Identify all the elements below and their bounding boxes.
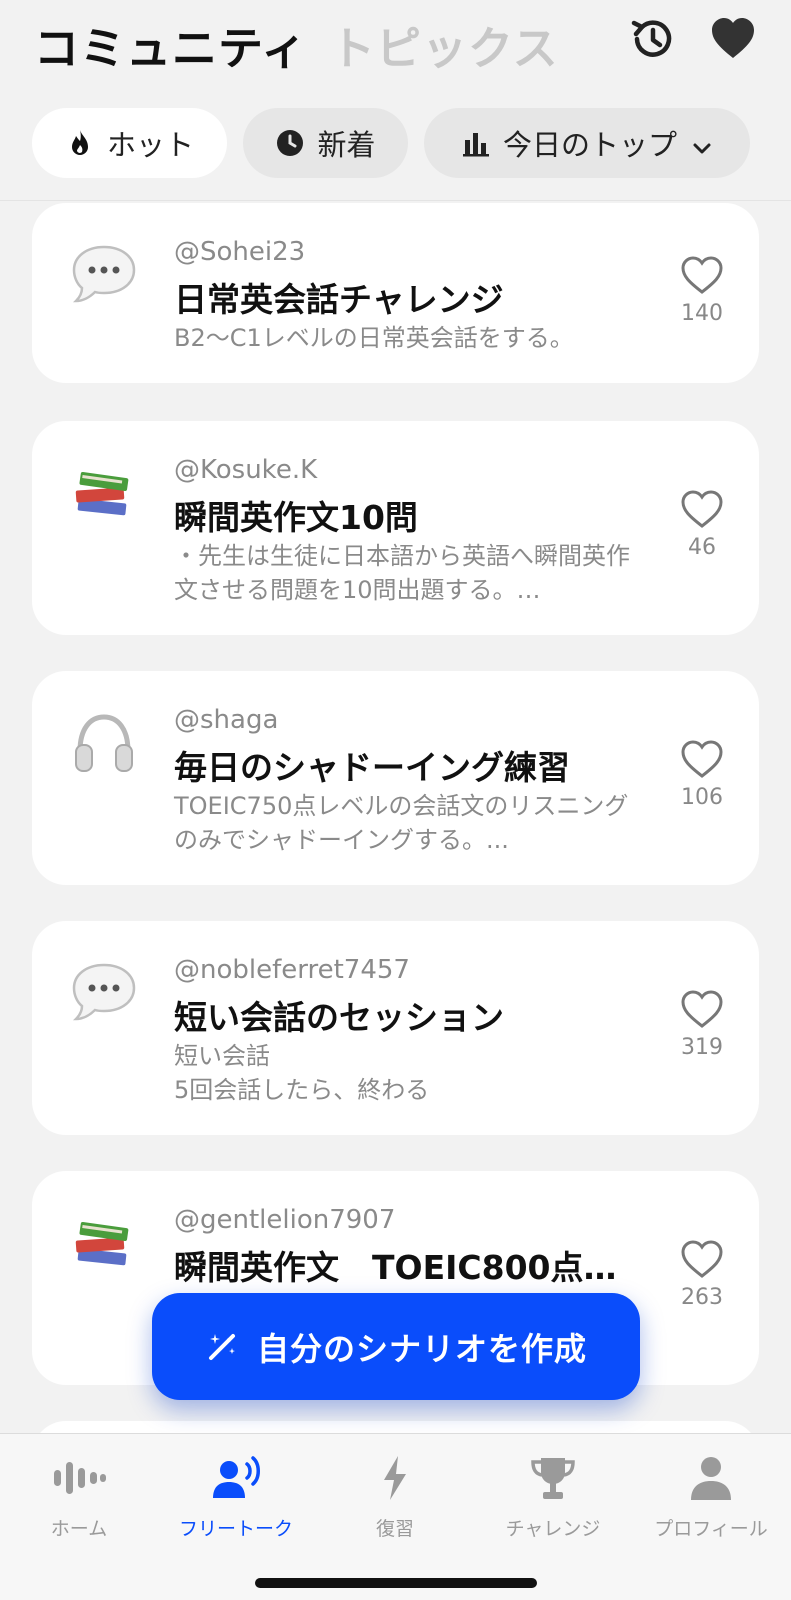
tab-community[interactable]: コミュニティ xyxy=(34,12,307,77)
card-title: 毎日のシャドーイング練習 xyxy=(174,748,570,787)
tab-home-label: ホーム xyxy=(50,1518,108,1540)
flame-icon xyxy=(65,128,95,158)
filter-hot[interactable]: ホット xyxy=(32,108,227,178)
card-username[interactable]: @Kosuke.K xyxy=(174,455,317,485)
like-count: 140 xyxy=(681,301,723,326)
heart-filled-icon[interactable] xyxy=(708,14,758,64)
like-button[interactable]: 46 xyxy=(677,489,727,560)
tab-profile[interactable]: プロフィール xyxy=(636,1454,786,1541)
card-description: TOEIC750点レベルの会話文のリスニングのみでシャドーイングする。... xyxy=(174,792,629,854)
trophy-icon xyxy=(524,1454,582,1502)
person-speaking-icon xyxy=(207,1454,265,1502)
card-description: ・先生は生徒に日本語から英語へ瞬間英作文させる問題を10問出題する。… xyxy=(174,542,630,604)
tab-bar: ホーム フリートーク 復習 チャレンジ プロフィール xyxy=(0,1433,791,1600)
card-username[interactable]: @shaga xyxy=(174,705,278,735)
scenario-card[interactable]: @Kosuke.K 瞬間英作文10問 ・先生は生徒に日本語から英語へ瞬間英作文さ… xyxy=(32,421,759,635)
like-count: 46 xyxy=(688,535,716,560)
heart-outline-icon xyxy=(680,255,724,295)
speech-bubble-icon xyxy=(68,957,140,1029)
tab-free-talk-label: フリートーク xyxy=(178,1518,293,1540)
scenario-card[interactable]: @nobleferret7457 短い会話のセッション 短い会話 5回会話したら… xyxy=(32,921,759,1135)
filter-today-top-label: 今日のトップ xyxy=(502,128,677,162)
books-icon xyxy=(68,1207,140,1279)
filter-hot-label: ホット xyxy=(106,128,194,162)
create-scenario-label: 自分のシナリオを作成 xyxy=(256,1329,587,1368)
like-button[interactable]: 140 xyxy=(677,255,727,326)
lightning-icon xyxy=(366,1454,424,1502)
card-title: 瞬間英作文 TOEIC800点… xyxy=(174,1248,617,1287)
tab-review-label: 復習 xyxy=(375,1518,414,1540)
tab-free-talk[interactable]: フリートーク xyxy=(161,1454,311,1541)
tab-review[interactable]: 復習 xyxy=(320,1454,470,1541)
home-indicator xyxy=(255,1578,537,1588)
card-title: 日常英会話チャレンジ xyxy=(174,280,504,319)
person-icon xyxy=(682,1454,740,1502)
card-title: 短い会話のセッション xyxy=(174,998,504,1037)
card-description: B2～C1レベルの日常英会話をする。 xyxy=(174,324,574,352)
waveform-icon xyxy=(50,1454,108,1502)
like-count: 319 xyxy=(681,1035,723,1060)
heart-outline-icon xyxy=(680,1239,724,1279)
heart-outline-icon xyxy=(680,989,724,1029)
bar-chart-icon xyxy=(461,128,491,158)
heart-outline-icon xyxy=(680,489,724,529)
scenario-card[interactable] xyxy=(32,1421,759,1433)
speech-bubble-icon xyxy=(68,239,140,311)
books-icon xyxy=(68,457,140,529)
headphones-icon xyxy=(68,707,140,779)
screen: コミュニティ トピックス ホット 新着 今日のトップ @Sohei23 日常英会… xyxy=(0,0,791,1600)
clock-icon xyxy=(275,128,305,158)
create-scenario-button[interactable]: 自分のシナリオを作成 xyxy=(152,1293,640,1400)
scenario-card[interactable]: @shaga 毎日のシャドーイング練習 TOEIC750点レベルの会話文のリスニ… xyxy=(32,671,759,885)
filter-today-top[interactable]: 今日のトップ xyxy=(424,108,750,178)
divider xyxy=(0,200,791,201)
heart-outline-icon xyxy=(680,739,724,779)
filter-new[interactable]: 新着 xyxy=(243,108,408,178)
card-description: 短い会話 5回会話したら、終わる xyxy=(174,1042,430,1104)
chevron-down-icon xyxy=(691,132,713,154)
card-username[interactable]: @gentlelion7907 xyxy=(174,1205,395,1235)
tab-home[interactable]: ホーム xyxy=(4,1454,154,1541)
header: コミュニティ トピックス xyxy=(0,0,791,90)
card-username[interactable]: @Sohei23 xyxy=(174,237,305,267)
magic-wand-icon xyxy=(205,1330,239,1364)
card-username[interactable]: @nobleferret7457 xyxy=(174,955,410,985)
scenario-feed[interactable]: @Sohei23 日常英会話チャレンジ B2～C1レベルの日常英会話をする。 1… xyxy=(0,203,791,1433)
like-count: 106 xyxy=(681,785,723,810)
like-button[interactable]: 106 xyxy=(677,739,727,810)
scenario-card[interactable]: @Sohei23 日常英会話チャレンジ B2～C1レベルの日常英会話をする。 1… xyxy=(32,203,759,383)
like-button[interactable]: 319 xyxy=(677,989,727,1060)
tab-profile-label: プロフィール xyxy=(654,1518,768,1540)
history-icon[interactable] xyxy=(628,14,678,64)
tab-challenge[interactable]: チャレンジ xyxy=(478,1454,628,1541)
like-button[interactable]: 263 xyxy=(677,1239,727,1310)
card-title: 瞬間英作文10問 xyxy=(174,498,418,537)
filter-bar: ホット 新着 今日のトップ xyxy=(0,108,791,178)
filter-new-label: 新着 xyxy=(317,128,376,162)
like-count: 263 xyxy=(681,1285,723,1310)
tab-topics[interactable]: トピックス xyxy=(330,12,559,77)
tab-challenge-label: チャレンジ xyxy=(505,1518,601,1540)
